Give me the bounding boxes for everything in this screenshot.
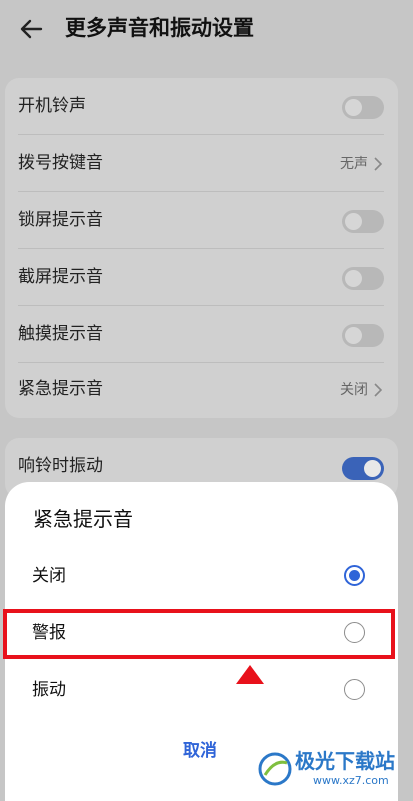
setting-label: 锁屏提示音 (18, 210, 103, 230)
option-vibrate[interactable]: 振动 (5, 662, 398, 719)
option-label: 关闭 (32, 566, 66, 586)
chevron-right-icon (374, 383, 383, 397)
setting-row-screenshot-sound[interactable]: 截屏提示音 (5, 249, 398, 306)
watermark: 极光下载站 www.xz7.com (255, 745, 405, 795)
pointer-arrow-icon (236, 665, 264, 684)
radio-unselected[interactable] (344, 679, 365, 700)
watermark-url: www.xz7.com (313, 774, 389, 787)
setting-value: 关闭 (340, 382, 368, 398)
touch-sound-toggle[interactable] (342, 324, 384, 347)
setting-label: 开机铃声 (18, 96, 86, 116)
settings-card: 开机铃声 拨号按键音 无声 锁屏提示音 截屏提示音 触摸提示音 紧急提示音 关闭 (5, 78, 398, 418)
setting-row-boot-ringtone[interactable]: 开机铃声 (5, 78, 398, 135)
highlight-box (3, 609, 395, 659)
screenshot-sound-toggle[interactable] (342, 267, 384, 290)
setting-label: 响铃时振动 (18, 456, 103, 476)
cancel-button[interactable]: 取消 (160, 738, 240, 764)
option-off[interactable]: 关闭 (5, 548, 398, 605)
chevron-right-icon (374, 157, 383, 171)
back-arrow-icon[interactable] (17, 14, 47, 44)
lock-sound-toggle[interactable] (342, 210, 384, 233)
setting-label: 紧急提示音 (18, 379, 103, 399)
header: 更多声音和振动设置 (0, 0, 413, 60)
boot-ringtone-toggle[interactable] (342, 96, 384, 119)
setting-label: 触摸提示音 (18, 324, 103, 344)
option-label: 振动 (32, 680, 66, 700)
setting-row-dial-tone[interactable]: 拨号按键音 无声 (5, 135, 398, 192)
setting-label: 拨号按键音 (18, 153, 103, 173)
radio-selected[interactable] (344, 565, 365, 586)
setting-value: 无声 (340, 156, 368, 172)
setting-row-lock-sound[interactable]: 锁屏提示音 (5, 192, 398, 249)
setting-label: 截屏提示音 (18, 267, 103, 287)
setting-row-emergency-tone[interactable]: 紧急提示音 关闭 (5, 361, 398, 418)
ring-vibrate-toggle[interactable] (342, 457, 384, 480)
watermark-text: 极光下载站 (295, 749, 395, 773)
sheet-title: 紧急提示音 (33, 507, 133, 531)
setting-row-touch-sound[interactable]: 触摸提示音 (5, 306, 398, 363)
watermark-logo-icon (258, 752, 292, 786)
page-title: 更多声音和振动设置 (65, 16, 254, 40)
